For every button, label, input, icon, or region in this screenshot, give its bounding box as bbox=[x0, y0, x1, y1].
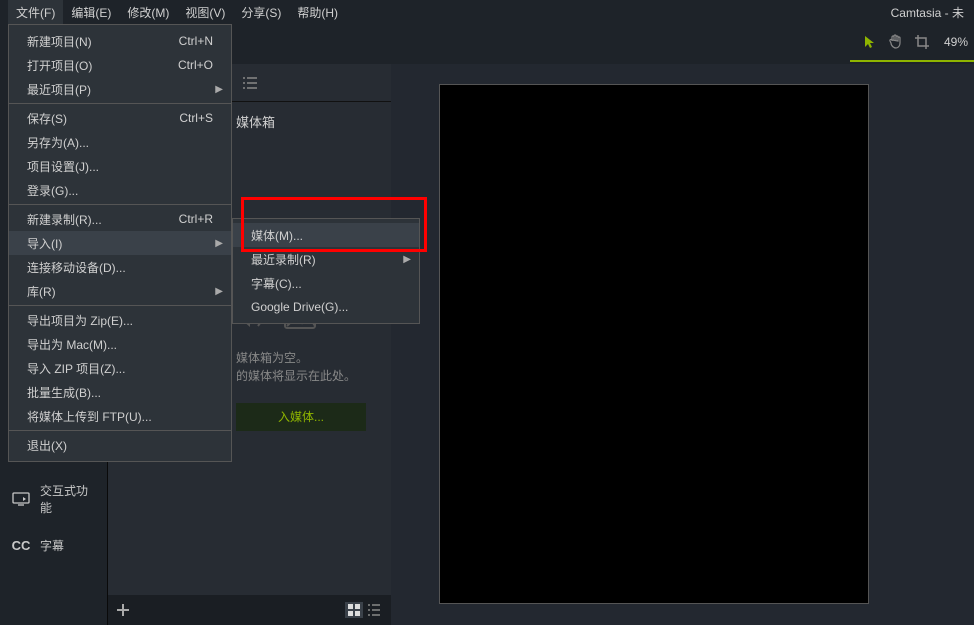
submenu-arrow-icon: ▶ bbox=[215, 286, 223, 297]
menu-item-label: 连接移动设备(D)... bbox=[27, 259, 126, 276]
menu-item-label: 登录(G)... bbox=[27, 182, 78, 199]
menu-separator bbox=[9, 103, 231, 104]
submenu-item[interactable]: 字幕(C)... bbox=[233, 271, 419, 295]
zoom-level[interactable]: 49% bbox=[938, 35, 968, 49]
sidebar-captions[interactable]: CC 字幕 bbox=[0, 526, 107, 564]
menu-item[interactable]: 导入 ZIP 项目(Z)... bbox=[9, 356, 231, 380]
menu-item-label: 导出项目为 Zip(E)... bbox=[27, 312, 133, 329]
menu-modify[interactable]: 修改(M) bbox=[119, 0, 177, 25]
menu-item[interactable]: 导出为 Mac(M)... bbox=[9, 332, 231, 356]
menu-item[interactable]: 导入(I) ▶ bbox=[9, 231, 231, 255]
menu-help[interactable]: 帮助(H) bbox=[289, 0, 346, 25]
menu-shortcut: Ctrl+S bbox=[179, 111, 213, 125]
menu-item-label: 保存(S) bbox=[27, 110, 67, 127]
menu-item-label: 批量生成(B)... bbox=[27, 384, 101, 401]
submenu-arrow-icon: ▶ bbox=[215, 238, 223, 249]
crop-tool-icon[interactable] bbox=[912, 32, 932, 52]
menu-item-label: 新建录制(R)... bbox=[27, 211, 102, 228]
pointer-tool-icon[interactable] bbox=[860, 32, 880, 52]
menu-item[interactable]: 将媒体上传到 FTP(U)... bbox=[9, 404, 231, 428]
menu-item-label: 新建项目(N) bbox=[27, 33, 92, 50]
menu-item[interactable]: 最近项目(P) ▶ bbox=[9, 77, 231, 101]
menu-shortcut: Ctrl+N bbox=[179, 34, 213, 48]
submenu-item[interactable]: 最近录制(R) ▶ bbox=[233, 247, 419, 271]
menu-item[interactable]: 库(R) ▶ bbox=[9, 279, 231, 303]
cc-icon: CC bbox=[12, 536, 30, 554]
menubar: 文件(F) 编辑(E) 修改(M) 视图(V) 分享(S) 帮助(H) bbox=[0, 0, 974, 24]
submenu-item-label: 字幕(C)... bbox=[251, 275, 302, 292]
canvas-area bbox=[391, 64, 974, 625]
add-media-icon[interactable] bbox=[116, 603, 130, 617]
menu-item[interactable]: 另存为(A)... bbox=[9, 130, 231, 154]
menu-item-label: 退出(X) bbox=[27, 437, 67, 454]
monitor-icon bbox=[12, 490, 30, 508]
menu-shortcut: Ctrl+R bbox=[179, 212, 213, 226]
menu-view[interactable]: 视图(V) bbox=[177, 0, 233, 25]
submenu-item-label: Google Drive(G)... bbox=[251, 300, 348, 314]
menu-share[interactable]: 分享(S) bbox=[233, 0, 289, 25]
menu-item-label: 库(R) bbox=[27, 283, 56, 300]
menu-item[interactable]: 打开项目(O) Ctrl+O bbox=[9, 53, 231, 77]
menu-item[interactable]: 导出项目为 Zip(E)... bbox=[9, 308, 231, 332]
menu-shortcut: Ctrl+O bbox=[178, 58, 213, 72]
submenu-arrow-icon: ▶ bbox=[215, 84, 223, 95]
menu-item-label: 将媒体上传到 FTP(U)... bbox=[27, 408, 152, 425]
menu-item[interactable]: 批量生成(B)... bbox=[9, 380, 231, 404]
menu-file[interactable]: 文件(F) bbox=[8, 0, 63, 25]
menu-separator bbox=[9, 305, 231, 306]
menu-edit[interactable]: 编辑(E) bbox=[63, 0, 119, 25]
submenu-item-label: 媒体(M)... bbox=[251, 227, 303, 244]
menu-item[interactable]: 项目设置(J)... bbox=[9, 154, 231, 178]
submenu-item[interactable]: Google Drive(G)... bbox=[233, 295, 419, 319]
grid-view-icon[interactable] bbox=[345, 602, 363, 618]
menu-item[interactable]: 新建录制(R)... Ctrl+R bbox=[9, 207, 231, 231]
import-submenu: 媒体(M)... 最近录制(R) ▶ 字幕(C)... Google Drive(G).… bbox=[232, 218, 420, 324]
menu-item[interactable]: 退出(X) bbox=[9, 433, 231, 457]
list-view-icon[interactable] bbox=[365, 602, 383, 618]
import-media-button[interactable]: 入媒体... bbox=[236, 403, 366, 431]
menu-item[interactable]: 连接移动设备(D)... bbox=[9, 255, 231, 279]
submenu-item-label: 最近录制(R) bbox=[251, 251, 316, 268]
sidebar-label: 字幕 bbox=[40, 537, 64, 554]
submenu-item[interactable]: 媒体(M)... bbox=[233, 223, 419, 247]
menu-separator bbox=[9, 430, 231, 431]
menu-item[interactable]: 保存(S) Ctrl+S bbox=[9, 106, 231, 130]
sidebar-interactive[interactable]: 交互式功能 bbox=[0, 472, 107, 526]
app-title: Camtasia - 未 bbox=[891, 4, 964, 21]
menu-item-label: 导出为 Mac(M)... bbox=[27, 336, 117, 353]
menu-item-label: 另存为(A)... bbox=[27, 134, 89, 151]
menu-item[interactable]: 新建项目(N) Ctrl+N bbox=[9, 29, 231, 53]
menu-item-label: 导入 ZIP 项目(Z)... bbox=[27, 360, 125, 377]
menu-item[interactable]: 登录(G)... bbox=[9, 178, 231, 202]
preview-canvas[interactable] bbox=[439, 84, 869, 604]
hand-tool-icon[interactable] bbox=[886, 32, 906, 52]
menu-item-label: 项目设置(J)... bbox=[27, 158, 99, 175]
file-menu-dropdown: 新建项目(N) Ctrl+N 打开项目(O) Ctrl+O 最近项目(P) ▶ 保存(S) C… bbox=[8, 24, 232, 462]
menu-item-label: 导入(I) bbox=[27, 235, 62, 252]
sidebar-label: 交互式功能 bbox=[40, 482, 95, 516]
menu-item-label: 打开项目(O) bbox=[27, 57, 92, 74]
media-panel-footer bbox=[108, 595, 391, 625]
submenu-arrow-icon: ▶ bbox=[403, 254, 411, 265]
menu-item-label: 最近项目(P) bbox=[27, 81, 91, 98]
canvas-toolbar: 49% bbox=[850, 28, 974, 62]
menu-separator bbox=[9, 204, 231, 205]
